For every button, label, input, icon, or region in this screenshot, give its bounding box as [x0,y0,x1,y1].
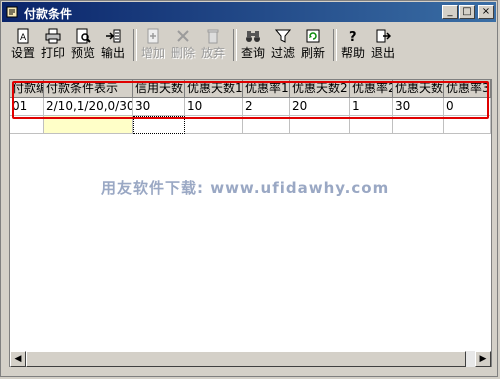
discard-icon [207,29,219,44]
maximize-button[interactable]: □ [459,5,475,19]
svg-text:?: ? [349,30,357,44]
title-bar[interactable]: 付款条件 _ □ × [2,2,496,22]
setup-button[interactable]: A 设置 [9,27,37,63]
delete-icon [177,30,189,42]
window-title: 付款条件 [24,7,73,21]
query-button[interactable]: 查询 [239,27,267,63]
scroll-thumb[interactable] [26,351,466,367]
toolbar: A 设置 打印 预览 输出 增加 删除 放弃 查询 过滤 刷新 ? 帮助 退出 [5,25,495,65]
highlight-box [12,81,489,119]
exit-icon [376,29,391,43]
refresh-label: 刷新 [300,46,325,60]
refresh-button[interactable]: 刷新 [299,27,327,63]
print-button[interactable]: 打印 [39,27,67,63]
binoculars-icon [246,31,260,42]
add-icon [147,28,159,44]
preview-icon [76,28,91,44]
close-button[interactable]: × [478,5,494,19]
discard-button[interactable]: 放弃 [199,27,227,63]
preview-button[interactable]: 预览 [69,27,97,63]
export-icon [106,29,121,43]
add-button[interactable]: 增加 [139,27,167,63]
scroll-left-button[interactable]: ◀ [10,351,26,367]
help-icon: ? [349,30,357,44]
setup-icon: A [17,28,29,44]
export-label: 输出 [100,46,125,60]
scroll-right-button[interactable]: ▶ [475,351,491,367]
delete-button[interactable]: 删除 [169,27,197,63]
print-icon [45,28,61,44]
filter-button[interactable]: 过滤 [269,27,297,63]
payment-terms-grid[interactable]: 付款编码 付款条件表示 信用天数 优惠天数1 优惠率1 优惠天数2 优惠率2 优… [9,79,492,367]
help-button[interactable]: ? 帮助 [339,27,367,63]
exit-label: 退出 [370,46,395,60]
discard-label: 放弃 [200,46,225,60]
horizontal-scrollbar[interactable]: ◀ ▶ [10,351,491,367]
payment-terms-window: 付款条件 _ □ × A 设置 打印 预览 输出 增加 删除 放弃 查询 过滤 … [0,0,498,377]
minimize-button[interactable]: _ [442,5,458,19]
refresh-icon [306,29,320,43]
app-icon [6,6,18,18]
svg-text:A: A [20,33,27,43]
filter-icon [275,29,291,43]
exit-button[interactable]: 退出 [369,27,397,63]
watermark-text: 用友软件下载: www.ufidawhy.com [101,179,390,197]
export-button[interactable]: 输出 [99,27,127,63]
